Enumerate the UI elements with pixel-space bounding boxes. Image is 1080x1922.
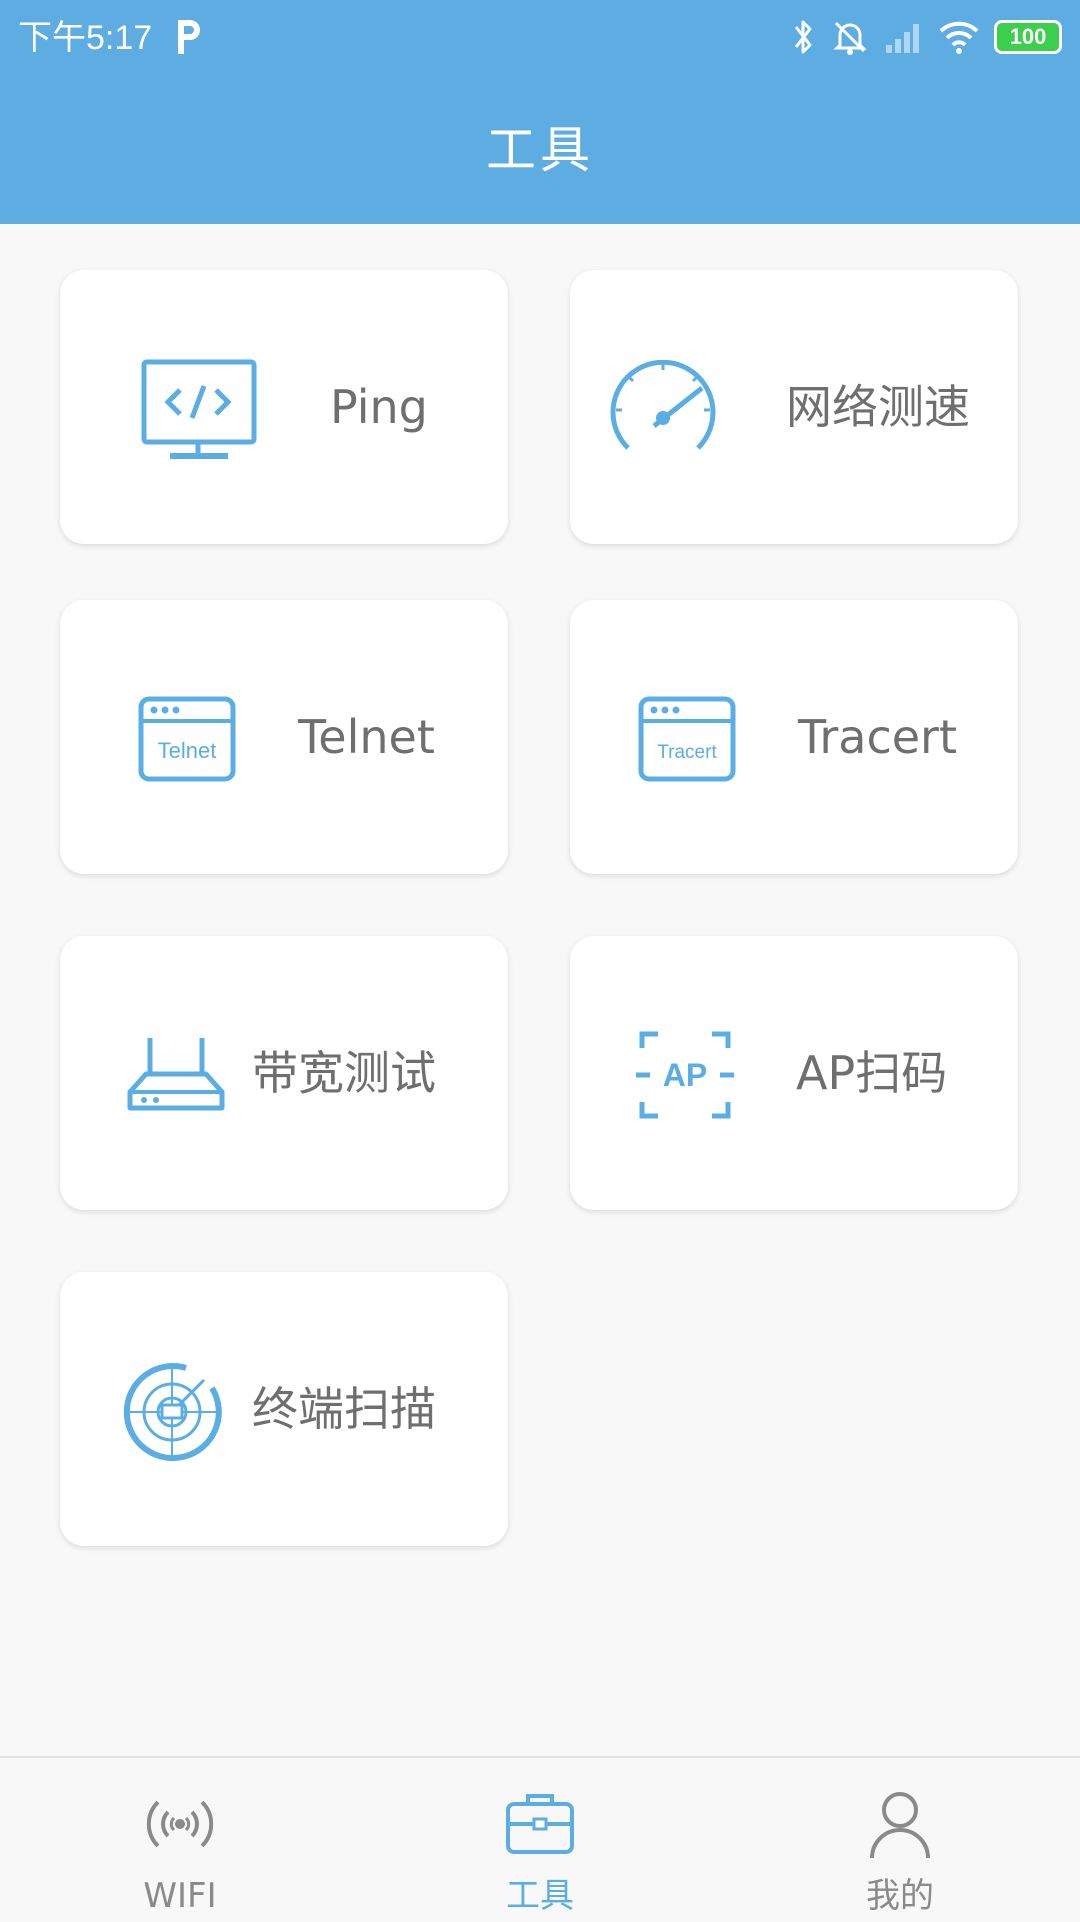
toolbox-icon: [506, 1794, 574, 1854]
tool-card-bandwidth[interactable]: 带宽测试: [60, 936, 508, 1210]
speedometer-icon: [610, 360, 716, 450]
tool-card-terminal-scan[interactable]: 终端扫描: [60, 1272, 508, 1546]
user-icon: [870, 1792, 930, 1859]
icon-text: Telnet: [158, 738, 217, 763]
bluetooth-icon: [794, 20, 812, 54]
router-icon: [127, 1038, 225, 1111]
parking-app-icon: [178, 20, 200, 54]
battery-indicator: 100: [994, 20, 1062, 54]
icon-text: Tracert: [657, 742, 717, 763]
telnet-window-icon: Telnet: [138, 696, 236, 782]
tool-label: 终端扫描: [252, 1382, 436, 1436]
tool-label: Telnet: [298, 710, 435, 764]
ap-scan-icon: AP: [636, 1031, 734, 1119]
tool-label: Tracert: [798, 710, 957, 764]
page-title: 工具: [486, 121, 594, 179]
radar-scan-icon: [124, 1363, 222, 1462]
bottom-tab-bar: WIFI 工具 我的: [0, 1756, 1080, 1922]
tool-card-ping[interactable]: Ping: [60, 270, 508, 544]
tool-card-tracert[interactable]: Tracert Tracert: [570, 600, 1018, 874]
tab-profile[interactable]: 我的: [790, 1758, 1010, 1922]
tab-label: 我的: [866, 1876, 934, 1916]
wifi-broadcast-icon: [146, 1800, 214, 1848]
tool-label: 带宽测试: [252, 1046, 436, 1100]
app-header: 下午5:17 100 工具: [0, 0, 1080, 224]
status-icons: 100: [790, 14, 1062, 60]
signal-icon: [886, 24, 919, 53]
wifi-status-icon: [939, 21, 979, 54]
tool-card-ap-scan[interactable]: AP AP扫码: [570, 936, 1018, 1210]
tool-label: AP扫码: [796, 1046, 948, 1100]
mute-bell-icon: [833, 21, 867, 55]
tool-label: Ping: [330, 380, 428, 434]
tab-tools[interactable]: 工具: [430, 1758, 650, 1922]
tool-card-telnet[interactable]: Telnet Telnet: [60, 600, 508, 874]
status-time: 下午5:17: [18, 19, 153, 57]
code-monitor-icon: [141, 359, 257, 459]
tool-card-speedtest[interactable]: 网络测速: [570, 270, 1018, 544]
icon-text: AP: [663, 1057, 707, 1093]
tab-label: 工具: [506, 1876, 574, 1916]
tab-label: WIFI: [143, 1876, 217, 1916]
tool-label: 网络测速: [786, 380, 970, 434]
tracert-window-icon: Tracert: [638, 696, 736, 782]
tab-wifi[interactable]: WIFI: [70, 1758, 290, 1922]
